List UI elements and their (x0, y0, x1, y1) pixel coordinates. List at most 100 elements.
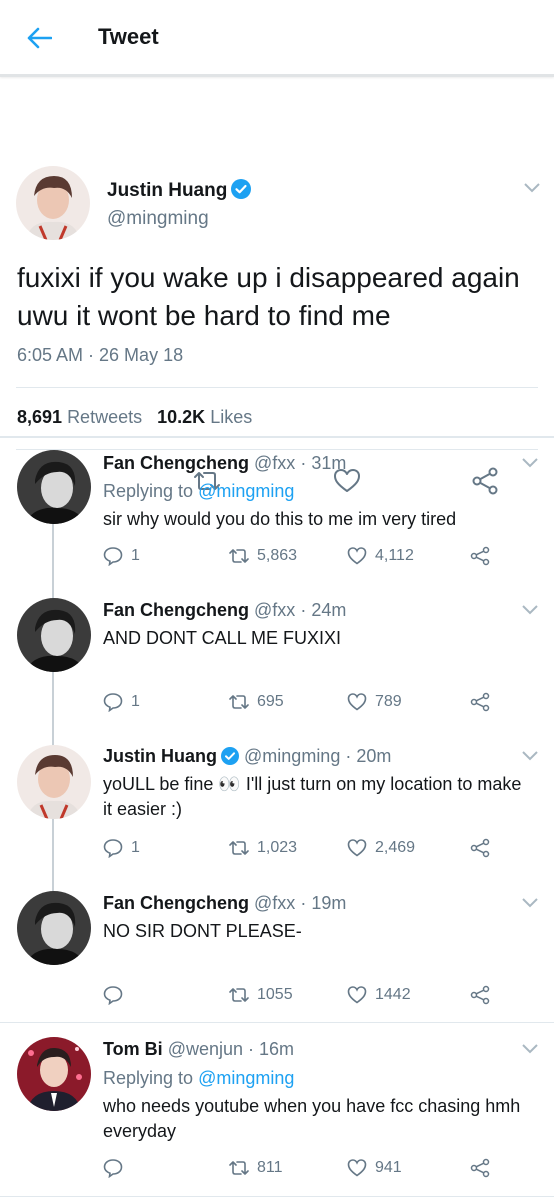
reply-time: · 20m (345, 746, 392, 766)
retweet-count: 5,863 (257, 547, 298, 564)
reply-time: · 16m (248, 1039, 295, 1059)
reply-text: sir why would you do this to me im very … (103, 509, 457, 529)
retweet-count[interactable]: 8,691 (17, 407, 62, 427)
reply-author[interactable]: Fan Chengcheng @fxx · 31m (103, 453, 346, 474)
like-button[interactable]: 4,112 (347, 545, 414, 567)
reply-count: 1 (131, 839, 140, 856)
reply-time: · 31m (300, 453, 347, 473)
share-icon (470, 838, 490, 858)
reply-icon (103, 547, 123, 566)
reply-icon (103, 693, 123, 712)
like-count[interactable]: 10.2K (157, 407, 205, 427)
retweet-icon (229, 988, 249, 1002)
like-button[interactable]: 789 (347, 691, 402, 713)
reply-author-name: Fan Chengcheng (103, 453, 250, 473)
like-button[interactable]: 2,469 (347, 837, 415, 859)
reply-icon (103, 839, 123, 858)
reply-count: 1 (131, 693, 140, 710)
verified-badge-icon (231, 179, 252, 199)
reply-button[interactable]: 1 (103, 545, 140, 567)
chevron-down-icon[interactable] (522, 751, 538, 761)
reply-count: 1 (131, 547, 140, 564)
divider (16, 449, 538, 450)
share-button[interactable] (470, 984, 498, 1006)
reply-author[interactable]: Justin Huang @mingming · 20m (103, 746, 391, 767)
avatar[interactable] (17, 891, 91, 965)
tweet-text: fuxixi if you wake up i disappeared agai… (17, 262, 520, 331)
replying-to-handle[interactable]: @mingming (198, 1068, 294, 1088)
avatar[interactable] (17, 1037, 91, 1111)
avatar[interactable] (17, 745, 91, 819)
tweet-stats: 8,691 Retweets 10.2K Likes (17, 407, 252, 428)
like-heart-icon (347, 986, 367, 1004)
retweet-button[interactable]: 811 (229, 1157, 283, 1179)
reply-author[interactable]: Fan Chengcheng @fxx · 19m (103, 893, 346, 914)
reply-author-name: Tom Bi (103, 1039, 163, 1059)
share-icon (470, 546, 490, 566)
retweet-icon (229, 695, 249, 709)
share-icon[interactable] (471, 467, 499, 495)
reply-author-name: Fan Chengcheng (103, 600, 250, 620)
retweet-button[interactable]: 1055 (229, 984, 293, 1006)
divider (0, 1196, 554, 1197)
reply-text: who needs youtube when you have fcc chas… (103, 1096, 521, 1141)
retweet-button[interactable]: 1,023 (229, 837, 297, 859)
replying-to-handle[interactable]: @mingming (198, 481, 294, 501)
share-button[interactable] (470, 691, 498, 713)
thread-line (52, 524, 54, 600)
avatar[interactable] (17, 450, 91, 524)
retweet-count: 1055 (257, 986, 293, 1003)
author-handle[interactable]: @mingming (107, 208, 209, 230)
retweet-count: 1,023 (257, 839, 298, 856)
share-icon (470, 1158, 490, 1178)
reply-author-handle: @fxx (254, 600, 296, 620)
retweet-button[interactable]: 5,863 (229, 545, 297, 567)
share-button[interactable] (470, 1157, 498, 1179)
author-name[interactable]: Justin Huang (107, 179, 252, 202)
reply-author-name: Justin Huang (103, 746, 218, 766)
verified-badge-icon (221, 747, 240, 765)
tweet-timestamp: 6:05 AM · 26 May 18 (17, 345, 184, 365)
like-button[interactable]: 1442 (347, 984, 411, 1006)
like-heart-icon (347, 839, 367, 857)
divider (0, 436, 554, 437)
retweet-icon (229, 1161, 249, 1175)
retweets-label[interactable]: Retweets (67, 407, 142, 427)
reply-author[interactable]: Fan Chengcheng @fxx · 24m (103, 600, 346, 621)
divider (0, 1022, 554, 1023)
replying-to: Replying to @mingming (103, 1068, 294, 1089)
like-button[interactable]: 941 (347, 1157, 402, 1179)
reply-button[interactable]: 1 (103, 691, 140, 713)
reply-text: AND DONT CALL ME FUXIXI (103, 628, 342, 648)
likes-label[interactable]: Likes (210, 407, 252, 427)
like-count: 941 (375, 1159, 402, 1176)
thread-line (52, 818, 54, 892)
reply-button[interactable]: 1 (103, 837, 140, 859)
share-button[interactable] (470, 837, 498, 859)
chevron-down-icon[interactable] (522, 605, 538, 615)
chevron-down-icon[interactable] (522, 458, 538, 468)
avatar[interactable] (16, 166, 90, 240)
replying-to-label: Replying to (103, 481, 194, 501)
main-tweet: Justin Huang @mingming fuxixi if you wak… (0, 77, 554, 495)
reply-time: · 24m (300, 600, 347, 620)
share-button[interactable] (470, 545, 498, 567)
like-count: 1442 (375, 986, 411, 1003)
reply-author[interactable]: Tom Bi @wenjun · 16m (103, 1039, 294, 1060)
reply-icon (103, 986, 123, 1005)
reply-text: yoULL be fine 👀 I'll just turn on my loc… (103, 774, 522, 819)
reply-text: NO SIR DONT PLEASE- (103, 921, 302, 941)
like-heart-icon (347, 1159, 367, 1177)
chevron-down-icon[interactable] (524, 183, 540, 193)
chevron-down-icon[interactable] (522, 898, 538, 908)
retweet-button[interactable]: 695 (229, 691, 284, 713)
back-arrow-icon[interactable] (26, 26, 52, 50)
chevron-down-icon[interactable] (522, 1044, 538, 1054)
replying-to: Replying to @mingming (103, 481, 294, 502)
reply-time: · 19m (300, 893, 347, 913)
reply-author-handle: @fxx (254, 893, 296, 913)
avatar[interactable] (17, 598, 91, 672)
reply-button[interactable] (103, 984, 131, 1006)
top-bar: Tweet (0, 0, 554, 77)
reply-button[interactable] (103, 1157, 131, 1179)
